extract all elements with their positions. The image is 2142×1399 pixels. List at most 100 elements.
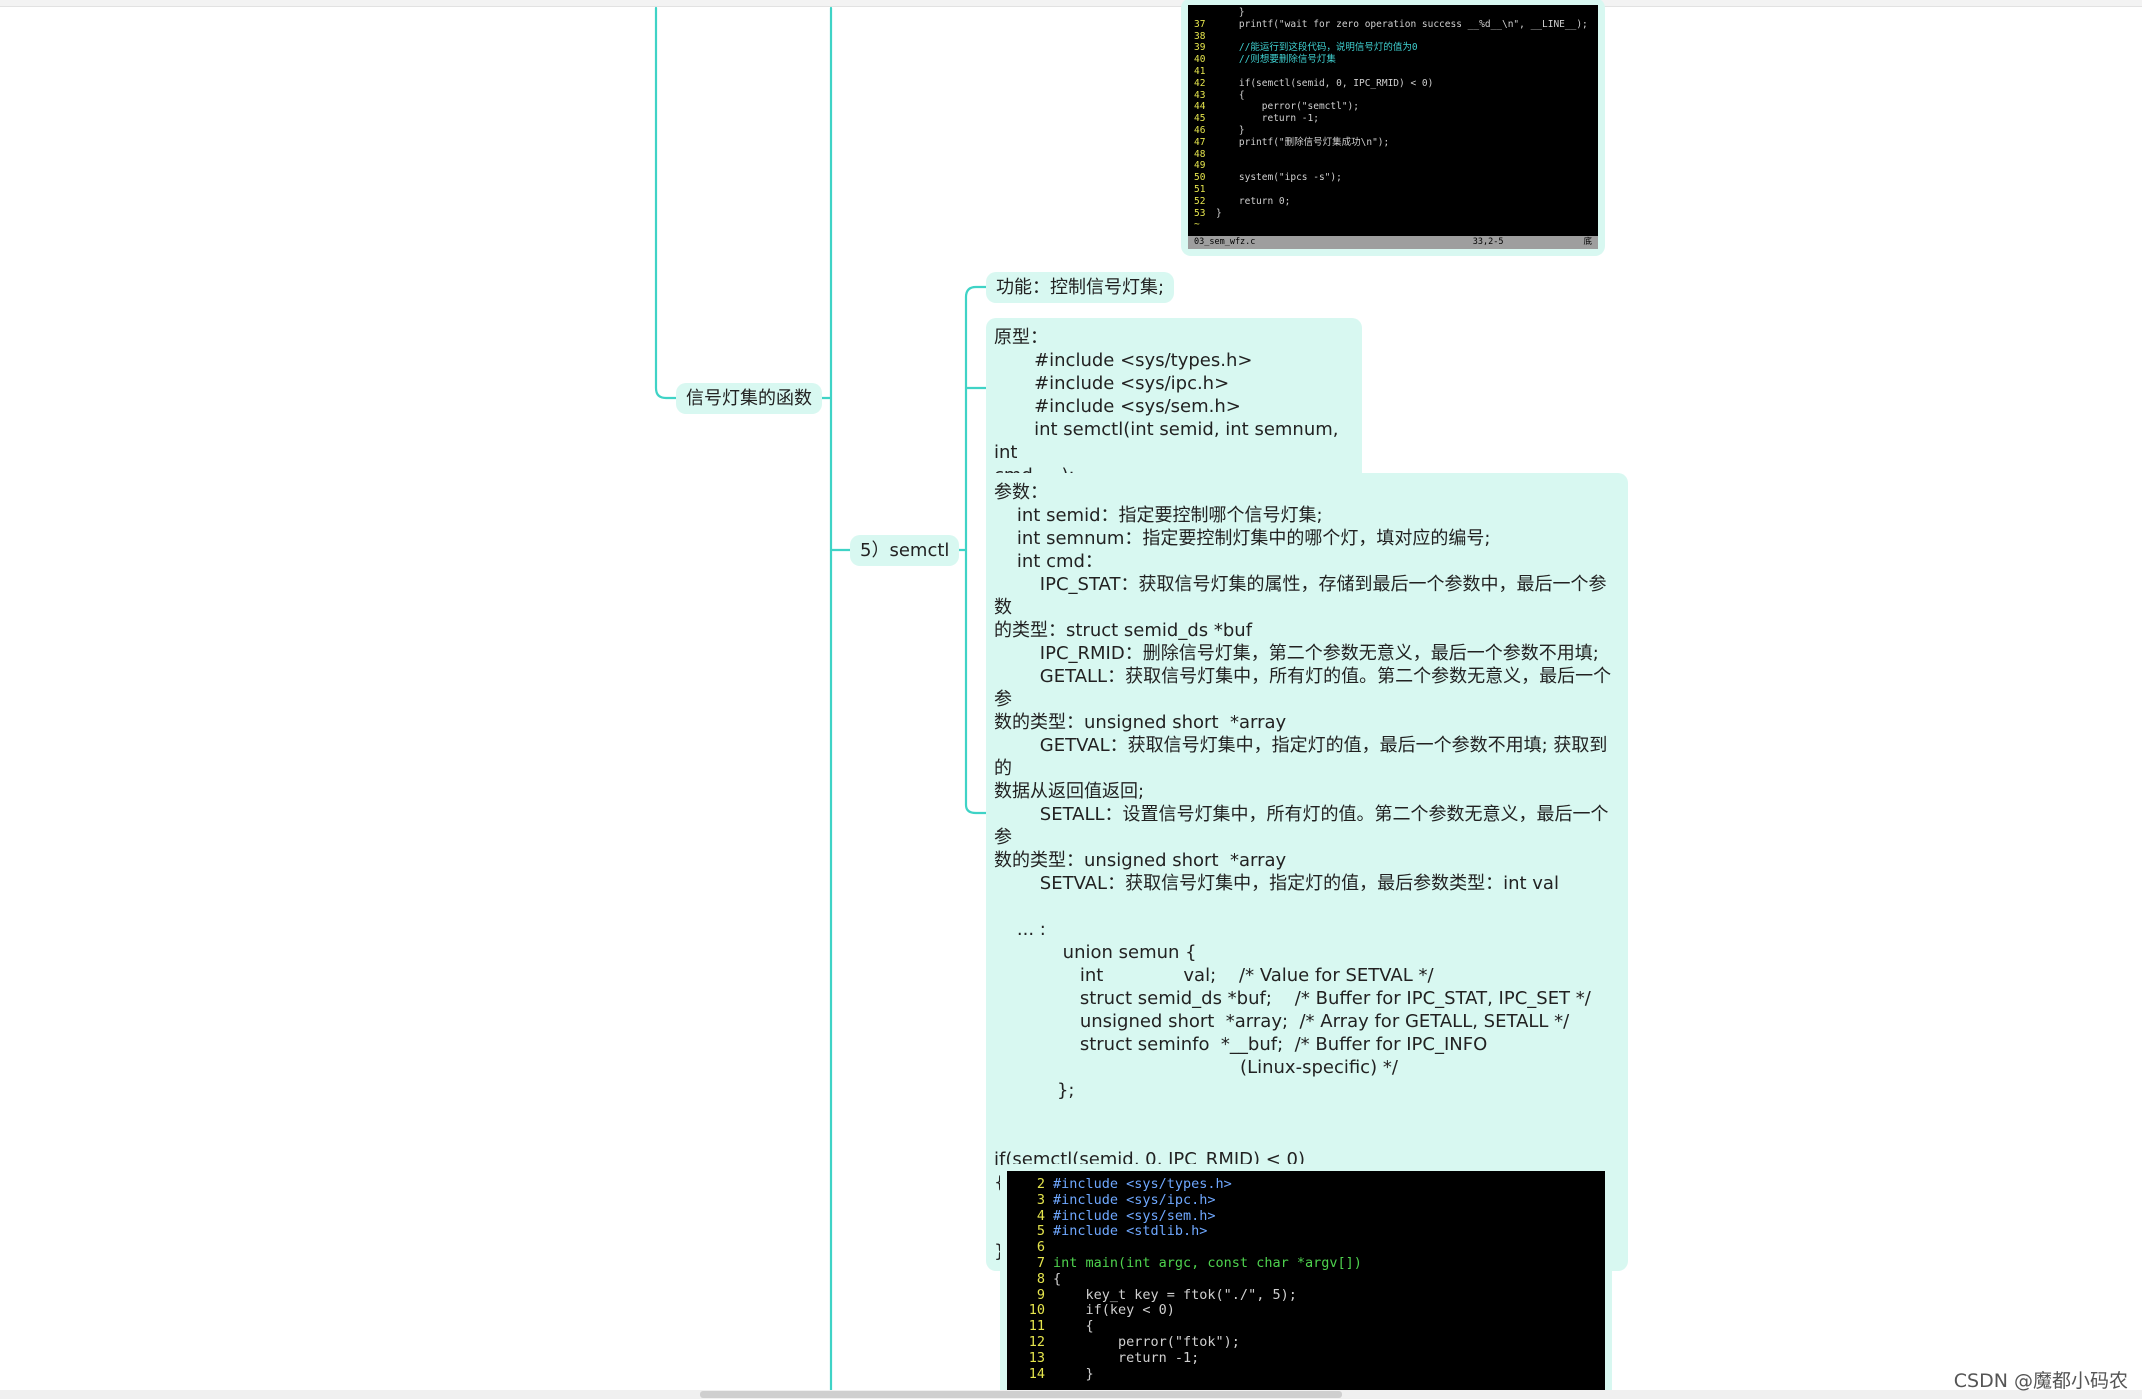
line-number: 10 (1028, 1302, 1045, 1319)
text-line: GETALL：获取信号灯集中，所有灯的值。第二个参数无意义，最后一个参 (994, 666, 1612, 710)
code-line: 11 { (1015, 1318, 1597, 1335)
terminal-code-top: } 37 printf("wait for zero operation succ… (1188, 5, 1598, 249)
text-line: 参数： (994, 482, 1048, 503)
editor-status-bar: 03_sem_wfz.c 33,2-5 底 (1188, 236, 1598, 249)
line-number: 44 (1194, 101, 1206, 113)
line-number: 52 (1194, 195, 1206, 207)
line-number: 53 (1194, 207, 1206, 219)
node-parameters[interactable]: 参数： int semid：指定要控制哪个信号灯集; int semnum：指定… (986, 473, 1628, 1271)
code-line: 13 return -1; (1015, 1349, 1597, 1367)
status-position: 33,2-5 (1472, 237, 1504, 247)
code-text: if(key < 0) (1053, 1302, 1175, 1319)
code-text: system("ipcs -s"); (1216, 172, 1342, 184)
text-line: int semnum：指定要控制灯集中的哪个灯，填对应的编号; (994, 528, 1491, 549)
code-line: 5 #include <stdlib.h> (1015, 1223, 1597, 1240)
node-label: 功能：控制信号灯集; (996, 277, 1165, 298)
code-text: key_t key = ftok("./", 5); (1053, 1286, 1297, 1303)
line-number: 38 (1194, 30, 1206, 42)
text-line: unsigned short *array; /* Array for GETA… (994, 1011, 1570, 1032)
node-label: 5）semctl (860, 540, 950, 561)
text-line: 的类型：struct semid_ds *buf (994, 620, 1253, 641)
code-line: 42 if(semctl(semid, 0, IPC_RMID) < 0) (1194, 78, 1592, 90)
code-text: int main(int argc, const char *argv[]) (1053, 1254, 1362, 1271)
code-text: { (1216, 89, 1245, 101)
code-line: 50 system("ipcs -s"); (1194, 172, 1592, 184)
text-line: #include <sys/sem.h> (994, 396, 1241, 417)
text-line: GETVAL：获取信号灯集中，指定灯的值，最后一个参数不用填; 获取到的 (994, 735, 1608, 779)
text-line: union semun { (994, 942, 1197, 963)
code-line: 49 (1194, 160, 1592, 172)
line-number: 49 (1194, 160, 1206, 172)
line-number: 4 (1036, 1207, 1045, 1224)
terminal-code-bottom: 2 #include <sys/types.h> 3 #include <sys/ip… (1007, 1171, 1605, 1397)
code-text: #include <sys/types.h> (1053, 1176, 1232, 1192)
code-line: 46 } (1194, 125, 1592, 137)
watermark: CSDN @魔都小码农 (1953, 1370, 2128, 1392)
node-signal-set-functions[interactable]: 信号灯集的函数 (676, 383, 822, 414)
text-line: #include <sys/types.h> (994, 350, 1253, 371)
text-line (994, 1102, 1620, 1125)
code-text: //则想要删除信号灯集 (1216, 54, 1336, 66)
text-line: 原型： (994, 327, 1048, 348)
node-label: 信号灯集的函数 (686, 388, 812, 409)
text-line: int val; /* Value for SETVAL */ (994, 965, 1434, 986)
text-line: SETVAL：获取信号灯集中，指定灯的值，最后参数类型：int val (994, 873, 1559, 894)
code-line: 40 //则想要删除信号灯集 (1194, 54, 1592, 66)
connector-children-vertical (964, 285, 988, 815)
code-line: 9 key_t key = ftok("./", 5); (1015, 1286, 1597, 1304)
node-prototype[interactable]: 原型： #include <sys/types.h> #include <sys… (986, 318, 1362, 495)
code-line: 6 (1015, 1239, 1597, 1256)
line-number: 41 (1194, 65, 1206, 77)
status-filename: 03_sem_wfz.c (1194, 237, 1256, 247)
node-function[interactable]: 功能：控制信号灯集; (986, 272, 1175, 303)
text-line: struct semid_ds *buf; /* Buffer for IPC_… (994, 988, 1591, 1009)
mindmap-canvas: } 37 printf("wait for zero operation succ… (0, 0, 2142, 1399)
code-line: 3 #include <sys/ipc.h> (1015, 1192, 1597, 1209)
line-number: 7 (1036, 1254, 1045, 1271)
status-end: 底 (1583, 237, 1592, 247)
text-line (994, 895, 1620, 918)
code-line: 41 (1194, 66, 1592, 78)
text-line: int cmd： (994, 551, 1103, 572)
text-line: 数的类型：unsigned short *array (994, 850, 1287, 871)
text-line: #include <sys/ipc.h> (994, 373, 1230, 394)
line-number: 48 (1194, 148, 1206, 160)
code-screenshot-bottom: 2 #include <sys/types.h> 3 #include <sys/ip… (1000, 1164, 1612, 1399)
line-number: 42 (1194, 77, 1206, 89)
line-number: ~ (1194, 219, 1200, 231)
text-line: 数的类型：unsigned short *array (994, 712, 1287, 733)
line-number: 40 (1194, 54, 1206, 66)
code-line: 39 //能运行到这段代码，说明信号灯的值为0 (1194, 42, 1592, 54)
code-text: { (1053, 1318, 1094, 1335)
node-semctl[interactable]: 5）semctl (850, 535, 960, 566)
line-number: 2 (1036, 1176, 1045, 1192)
code-text: { (1053, 1270, 1062, 1287)
code-text: perror("semctl"); (1216, 101, 1359, 113)
code-line: 44 perror("semctl"); (1194, 101, 1592, 113)
line-number: 8 (1036, 1270, 1045, 1287)
code-line: 10 if(key < 0) (1015, 1302, 1597, 1319)
code-line: 45 return -1; (1194, 113, 1592, 125)
code-screenshot-top: } 37 printf("wait for zero operation succ… (1181, 0, 1605, 256)
horizontal-scrollbar-thumb[interactable] (700, 1391, 1342, 1398)
text-line: IPC_STAT：获取信号灯集的属性，存储到最后一个参数中，最后一个参数 (994, 574, 1607, 618)
code-text: } (1053, 1365, 1094, 1382)
text-line: int semctl(int semid, int semnum, int (994, 419, 1345, 463)
line-number: 47 (1194, 136, 1206, 148)
line-number: 51 (1194, 183, 1206, 195)
code-line: 52 return 0; (1194, 196, 1592, 208)
line-number: 46 (1194, 124, 1206, 136)
code-line: 8{ (1015, 1270, 1597, 1288)
code-line: 47 printf("删除信号灯集成功\n"); (1194, 137, 1592, 149)
text-line: IPC_RMID：删除信号灯集，第二个参数无意义，最后一个参数不用填; (994, 643, 1599, 664)
code-line: 43 { (1194, 90, 1592, 102)
text-line (994, 1125, 1620, 1148)
code-text: //能运行到这段代码，说明信号灯的值为0 (1216, 42, 1418, 54)
line-number: 37 (1194, 18, 1206, 30)
line-number: 11 (1028, 1318, 1045, 1335)
code-text: return -1; (1053, 1349, 1200, 1366)
status-right: 33,2-5 底 (1473, 236, 1592, 249)
code-line: 48 (1194, 149, 1592, 161)
line-number: 12 (1028, 1333, 1045, 1350)
code-text: #include <stdlib.h> (1053, 1223, 1208, 1240)
